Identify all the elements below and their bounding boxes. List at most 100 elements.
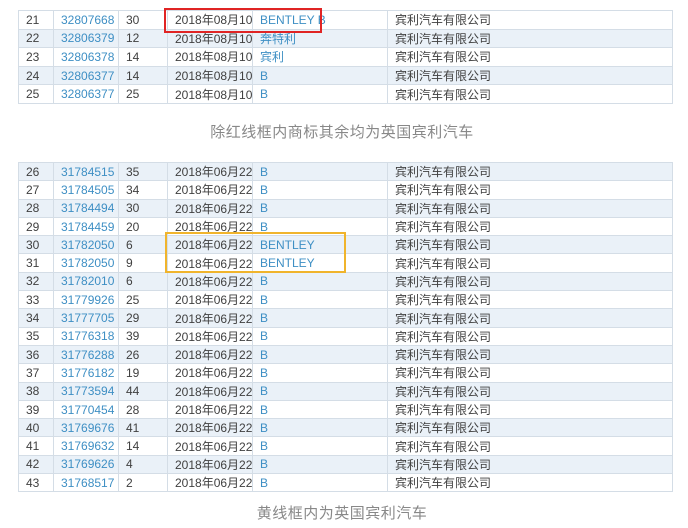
class-number-cell: 14 — [118, 436, 168, 456]
registration-number-link-cell: 31784515 — [53, 161, 119, 182]
registration-number-link-cell: 32806377 — [53, 84, 119, 104]
registration-number-link[interactable]: 31782050 — [61, 238, 114, 252]
registration-number-link-cell: 32806377 — [53, 65, 119, 86]
application-date-cell: 2018年08月10日 — [167, 65, 253, 86]
application-date-cell: 2018年06月22日 — [167, 454, 253, 475]
trademark-name-link[interactable]: B — [260, 384, 268, 398]
trademark-name-link[interactable]: B — [260, 311, 268, 325]
row-number-cell: 34 — [18, 308, 54, 328]
trademark-name-link[interactable]: B — [260, 366, 268, 380]
company-name-cell: 宾利汽车有限公司 — [387, 65, 673, 86]
trademark-name-link[interactable]: BENTLEY B — [260, 13, 326, 27]
trademark-name-link[interactable]: B — [260, 329, 268, 343]
registration-number-link-cell: 31782010 — [53, 271, 119, 292]
trademark-name-link[interactable]: 奔特利 — [260, 32, 296, 46]
registration-number-link[interactable]: 31770454 — [61, 403, 114, 417]
registration-number-link-cell: 31779926 — [53, 290, 119, 310]
trademark-name-link[interactable]: B — [260, 220, 268, 234]
registration-number-link[interactable]: 31777705 — [61, 311, 114, 325]
trademark-name-link[interactable]: B — [260, 403, 268, 417]
registration-number-link[interactable]: 32807668 — [61, 13, 114, 27]
registration-number-link-cell: 31784505 — [53, 180, 119, 200]
registration-number-link[interactable]: 31769626 — [61, 457, 114, 471]
application-date-cell: 2018年06月22日 — [167, 363, 253, 383]
registration-number-link[interactable]: 31776182 — [61, 366, 114, 380]
table-row: 22 32806379 122018年08月10日奔特利 宾利汽车有限公司 — [18, 28, 673, 49]
trademark-name-link[interactable]: B — [260, 274, 268, 288]
registration-number-link-cell: 31770454 — [53, 399, 119, 420]
row-number-cell: 22 — [18, 28, 54, 49]
class-number-cell: 26 — [118, 344, 168, 365]
class-number-cell: 14 — [118, 65, 168, 86]
company-name-cell: 宾利汽车有限公司 — [387, 28, 673, 49]
trademark-name-link[interactable]: B — [260, 421, 268, 435]
trademark-name-link[interactable]: B — [260, 476, 268, 490]
trademark-name-link-cell: B — [252, 65, 388, 86]
class-number-cell: 20 — [118, 216, 168, 237]
trademark-name-link-cell: B — [252, 473, 388, 493]
application-date-cell: 2018年06月22日 — [167, 161, 253, 182]
trademark-name-link[interactable]: B — [260, 457, 268, 471]
class-number-cell: 14 — [118, 47, 168, 67]
company-name-cell: 宾利汽车有限公司 — [387, 84, 673, 104]
application-date-cell: 2018年06月22日 — [167, 418, 253, 438]
registration-number-link-cell: 31769632 — [53, 436, 119, 456]
company-name-cell: 宾利汽车有限公司 — [387, 10, 673, 30]
trademark-name-link[interactable]: B — [260, 165, 268, 179]
trademark-name-link[interactable]: B — [260, 183, 268, 197]
registration-number-link[interactable]: 31782010 — [61, 274, 114, 288]
application-date-cell: 2018年08月10日 — [167, 47, 253, 67]
registration-number-link[interactable]: 31784494 — [61, 201, 114, 215]
trademark-name-link-cell: B — [252, 308, 388, 328]
application-date-cell: 2018年06月22日 — [167, 198, 253, 218]
registration-number-link[interactable]: 31769676 — [61, 421, 114, 435]
table-row: 37 31776182 192018年06月22日 B 宾利汽车有限公司 — [18, 363, 673, 383]
class-number-cell: 34 — [118, 180, 168, 200]
table-row: 33 31779926 252018年06月22日 B 宾利汽车有限公司 — [18, 290, 673, 310]
trademark-name-link[interactable]: BENTLEY — [260, 238, 315, 252]
registration-number-link-cell: 31782050 — [53, 253, 119, 273]
trademark-name-link[interactable]: BENTLEY — [260, 256, 315, 270]
trademark-name-link[interactable]: B — [260, 87, 268, 101]
trademark-name-link[interactable]: B — [260, 293, 268, 307]
trademark-name-link-cell: B — [252, 363, 388, 383]
trademark-name-link[interactable]: B — [260, 348, 268, 362]
application-date-cell: 2018年08月10日 — [167, 84, 253, 104]
company-name-cell: 宾利汽车有限公司 — [387, 381, 673, 401]
table-row: 35 31776318 392018年06月22日 B 宾利汽车有限公司 — [18, 326, 673, 346]
table-row: 41 31769632 142018年06月22日 B 宾利汽车有限公司 — [18, 436, 673, 456]
registration-number-link[interactable]: 31782050 — [61, 256, 114, 270]
table-row: 30 31782050 62018年06月22日 BENTLEY 宾利汽车有限公司 — [18, 235, 673, 255]
trademark-name-link-cell: 宾利 — [252, 47, 388, 67]
table-row: 24 32806377 142018年08月10日 B 宾利汽车有限公司 — [18, 65, 673, 86]
row-number-cell: 40 — [18, 418, 54, 438]
company-name-cell: 宾利汽车有限公司 — [387, 161, 673, 182]
registration-number-link[interactable]: 31768517 — [61, 476, 114, 490]
registration-number-link-cell: 31782050 — [53, 235, 119, 255]
class-number-cell: 28 — [118, 399, 168, 420]
trademark-name-link[interactable]: 宾利 — [260, 50, 284, 64]
application-date-cell: 2018年06月22日 — [167, 399, 253, 420]
trademark-name-link[interactable]: B — [260, 201, 268, 215]
row-number-cell: 28 — [18, 198, 54, 218]
table-row: 26 31784515 352018年06月22日 B 宾利汽车有限公司 — [18, 161, 673, 182]
registration-number-link[interactable]: 31769632 — [61, 439, 114, 453]
class-number-cell: 30 — [118, 10, 168, 30]
registration-number-link[interactable]: 31784505 — [61, 183, 114, 197]
table-row: 38 31773594 442018年06月22日 B 宾利汽车有限公司 — [18, 381, 673, 401]
registration-number-link[interactable]: 32806378 — [61, 50, 114, 64]
registration-number-link[interactable]: 31784459 — [61, 220, 114, 234]
registration-number-link[interactable]: 32806377 — [61, 87, 114, 101]
trademark-name-link[interactable]: B — [260, 69, 268, 83]
registration-number-link[interactable]: 31773594 — [61, 384, 114, 398]
company-name-cell: 宾利汽车有限公司 — [387, 271, 673, 292]
registration-number-link-cell: 31784459 — [53, 216, 119, 237]
registration-number-link[interactable]: 31776318 — [61, 329, 114, 343]
class-number-cell: 4 — [118, 454, 168, 475]
trademark-name-link[interactable]: B — [260, 439, 268, 453]
registration-number-link[interactable]: 31776288 — [61, 348, 114, 362]
registration-number-link[interactable]: 32806377 — [61, 69, 114, 83]
registration-number-link[interactable]: 31779926 — [61, 293, 114, 307]
registration-number-link[interactable]: 32806379 — [61, 31, 114, 45]
registration-number-link[interactable]: 31784515 — [61, 165, 114, 179]
